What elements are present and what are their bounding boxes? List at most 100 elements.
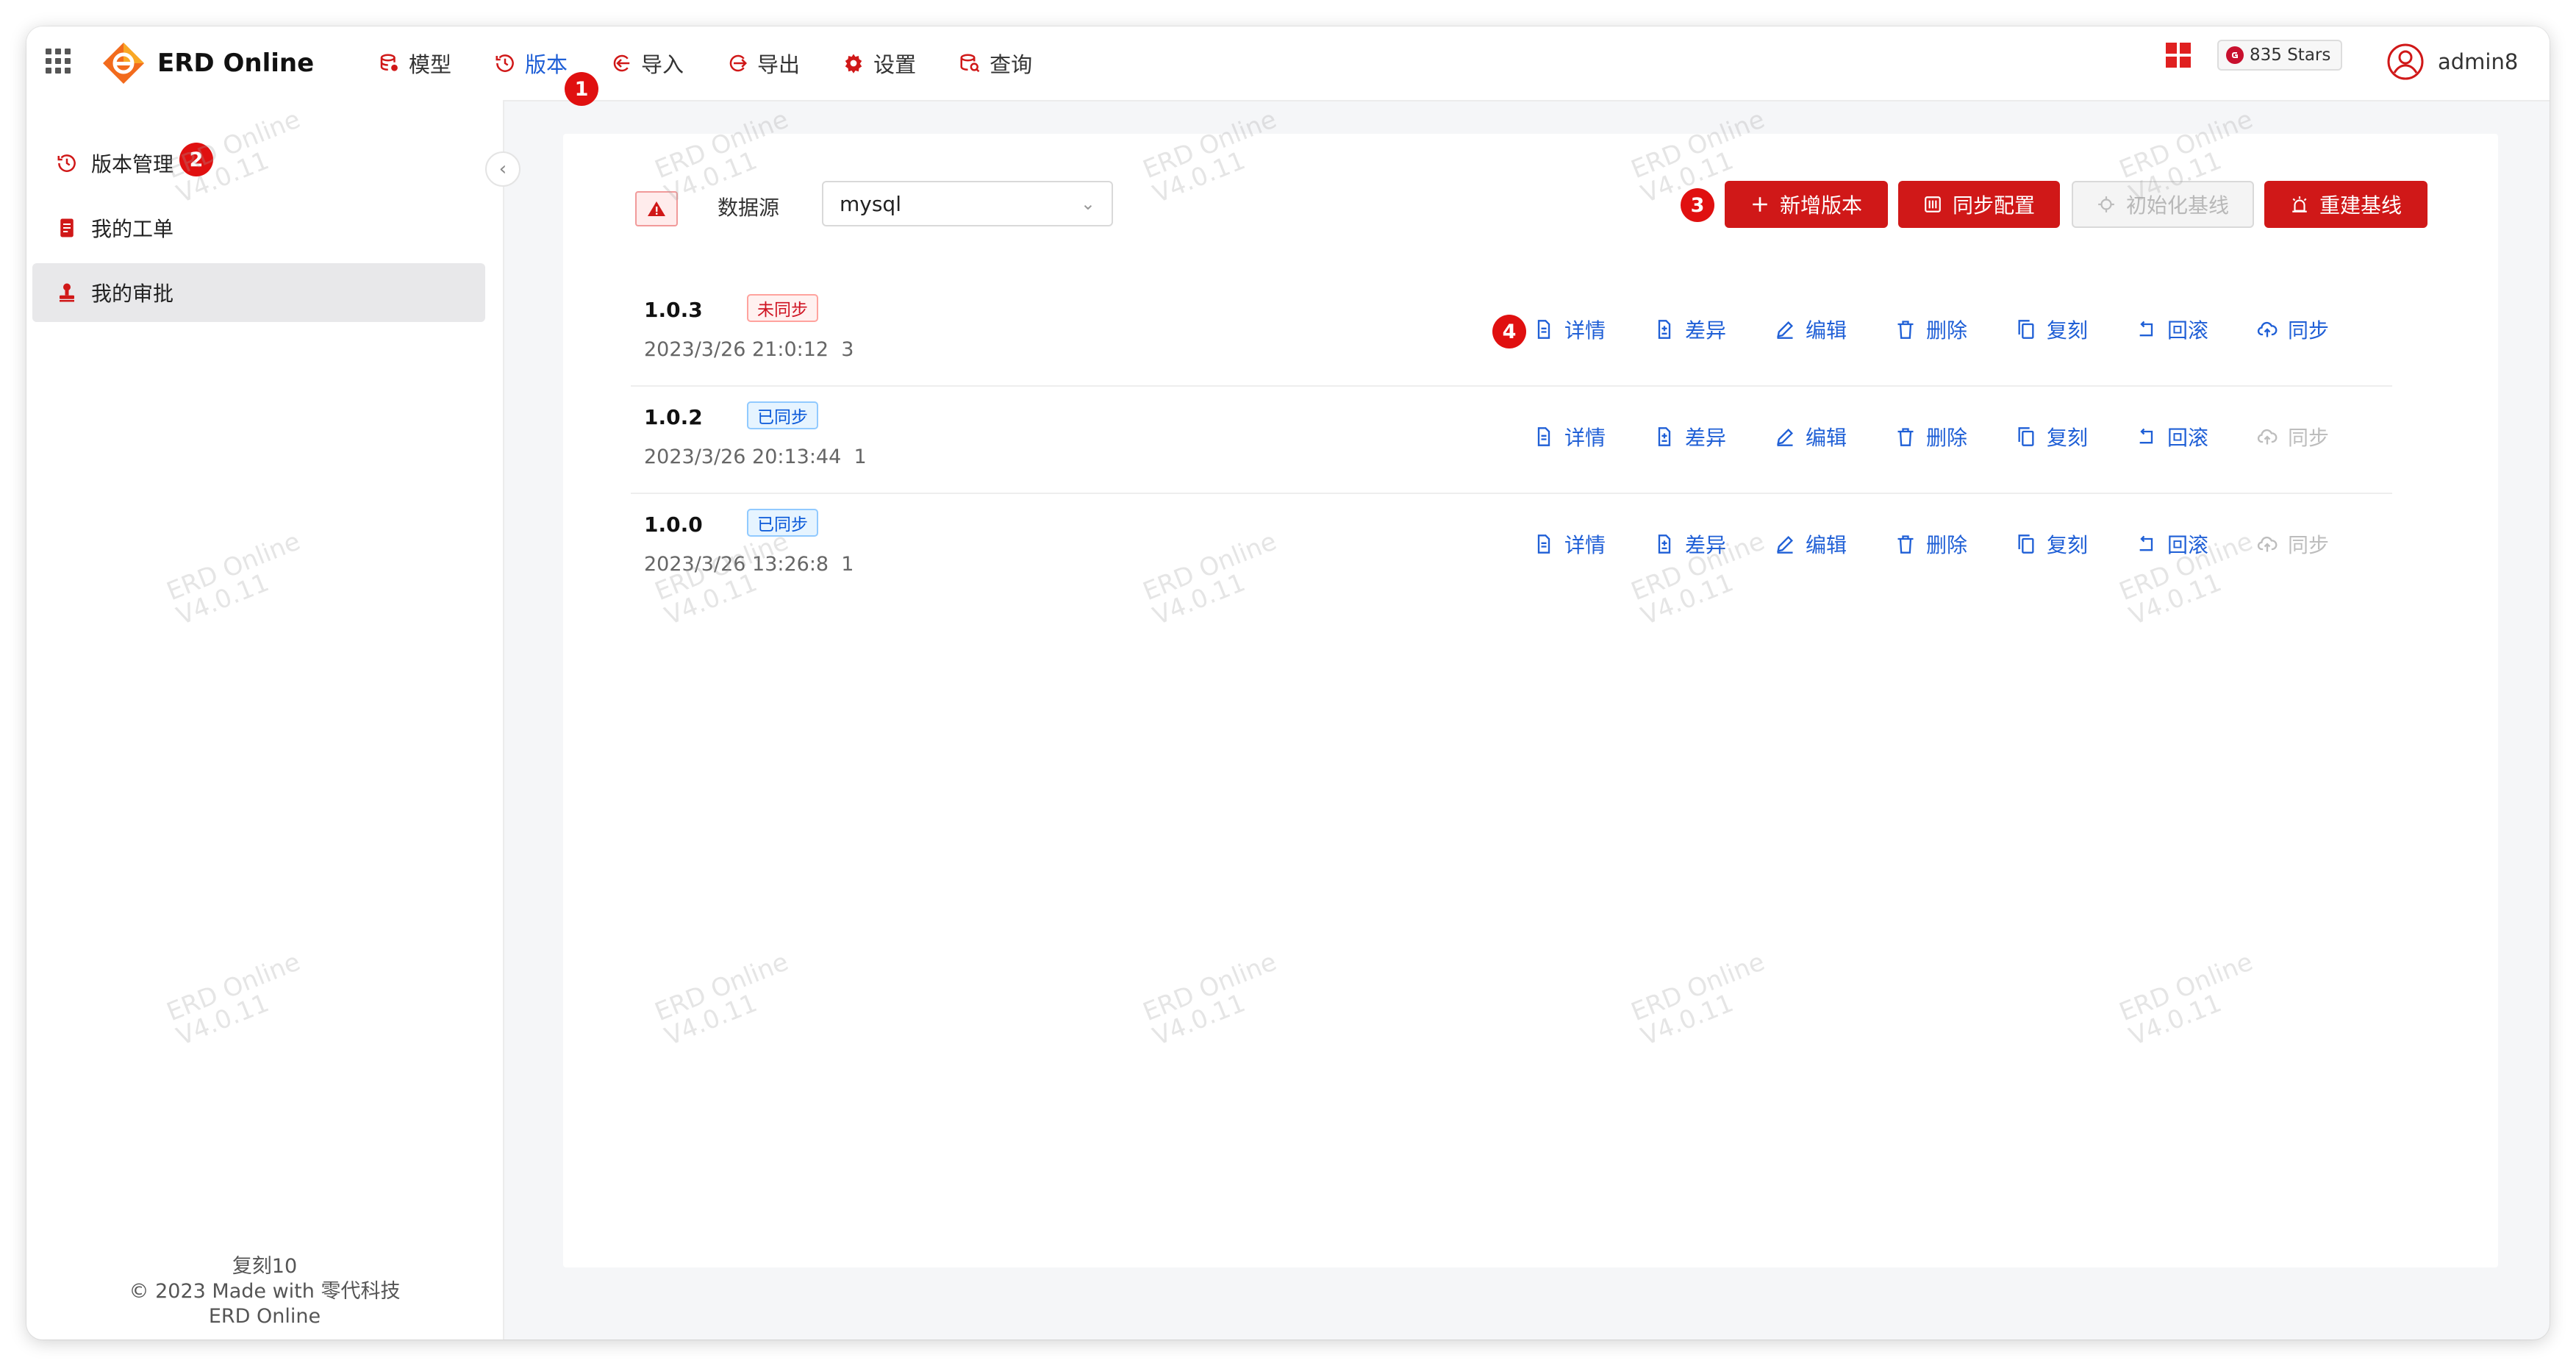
detail-button[interactable]: 详情 [1534, 422, 1654, 451]
history-icon [495, 54, 514, 72]
copy-button[interactable]: 复刻 [2016, 529, 2136, 559]
apps-icon[interactable] [2166, 43, 2191, 68]
main-content: 数据源 mysql ⌄ 3 新增版本 同步配置 初始化基线 重建基线 4 1.0… [563, 134, 2498, 1267]
crosshair-icon [2098, 196, 2114, 212]
gear-icon [845, 54, 862, 74]
file-diff-icon [1658, 320, 1671, 339]
datasource-value: mysql [840, 191, 901, 216]
github-stars-badge[interactable]: 835 Stars [2217, 40, 2343, 71]
nav-settings-label: 设置 [873, 52, 917, 77]
file-text-icon [1537, 427, 1550, 446]
main-nav: 模型 版本 导入 导出 设置 查询 [378, 43, 1075, 84]
sync-button[interactable]: 同步 [2257, 315, 2378, 344]
status-badge: 已同步 [747, 509, 818, 537]
chevron-down-icon: ⌄ [1080, 193, 1095, 214]
version-number: 1.0.0 [644, 512, 703, 537]
copy-label: 复刻 [2047, 318, 2089, 343]
version-number: 1.0.2 [644, 405, 703, 429]
nav-query[interactable]: 查询 [959, 43, 1032, 84]
sidebar-footer: 复刻10 © 2023 Made with 零代科技 ERD Online [26, 1254, 503, 1329]
trash-icon [1897, 321, 1914, 339]
sync-button[interactable]: 同步 [2257, 529, 2378, 559]
sync-config-label: 同步配置 [1952, 193, 2035, 218]
detail-button[interactable]: 详情 [1534, 315, 1654, 344]
cloud-icon [2257, 429, 2278, 445]
erd-logo-icon [103, 43, 144, 84]
edit-button[interactable]: 编辑 [1775, 422, 1895, 451]
history-icon [57, 154, 76, 172]
copy-button[interactable]: 复刻 [2016, 422, 2136, 451]
rollback-icon [2139, 535, 2153, 551]
sync-config-button[interactable]: 同步配置 [1898, 181, 2060, 228]
rollback-button[interactable]: 回滚 [2136, 315, 2257, 344]
cloud-icon [2257, 536, 2278, 552]
edit-icon [1777, 321, 1793, 339]
sidebar-item-my-approvals[interactable]: 我的审批 [32, 263, 485, 322]
user-menu[interactable]: admin8 [2386, 41, 2518, 82]
sidebar-item-version-management[interactable]: 版本管理 [32, 134, 485, 193]
edit-button[interactable]: 编辑 [1775, 529, 1895, 559]
app-grid-icon[interactable] [46, 49, 71, 74]
trash-icon [1897, 535, 1914, 554]
warning-button[interactable] [635, 191, 678, 226]
app-title: ERD Online [157, 49, 315, 78]
nav-export[interactable]: 导出 [726, 43, 800, 84]
copy-button[interactable]: 复刻 [2016, 315, 2136, 344]
document-icon [60, 218, 74, 237]
rebuild-baseline-label: 重建基线 [2319, 193, 2402, 218]
rollback-label: 回滚 [2167, 318, 2209, 343]
copy-icon [2018, 427, 2034, 446]
nav-version[interactable]: 版本 [494, 43, 568, 84]
nav-export-label: 导出 [757, 52, 801, 77]
rollback-button[interactable]: 回滚 [2136, 529, 2257, 559]
nav-import[interactable]: 导入 [610, 43, 684, 84]
edit-label: 编辑 [1806, 533, 1847, 557]
footer-line-3: ERD Online [208, 1305, 321, 1328]
copy-icon [2018, 534, 2034, 554]
detail-label: 详情 [1564, 533, 1606, 557]
query-icon [960, 54, 980, 73]
annotation-badge-1: 1 [565, 72, 598, 106]
trash-icon [1897, 428, 1914, 446]
version-meta: 2023/3/26 13:26:8 1 [644, 551, 854, 578]
delete-button[interactable]: 删除 [1895, 315, 2016, 344]
rollback-button[interactable]: 回滚 [2136, 422, 2257, 451]
nav-settings[interactable]: 设置 [842, 43, 916, 84]
detail-button[interactable]: 详情 [1534, 529, 1654, 559]
delete-button[interactable]: 删除 [1895, 529, 2016, 559]
datasource-select[interactable]: mysql ⌄ [822, 181, 1113, 226]
status-badge: 未同步 [747, 294, 818, 322]
delete-button[interactable]: 删除 [1895, 422, 2016, 451]
edit-button[interactable]: 编辑 [1775, 315, 1895, 344]
list-item: 1.0.2 已同步 2023/3/26 20:13:44 1 详情 差异 编辑 … [631, 385, 2392, 494]
sidebar-collapse-button[interactable]: ‹ [485, 151, 520, 187]
sync-label: 同步 [2288, 533, 2330, 557]
version-count: 1 [841, 553, 854, 576]
add-version-button[interactable]: 新增版本 [1725, 181, 1888, 228]
delete-label: 删除 [1926, 318, 1968, 343]
init-baseline-button[interactable]: 初始化基线 [2072, 181, 2254, 228]
diff-button[interactable]: 差异 [1654, 422, 1775, 451]
version-time: 2023/3/26 20:13:44 [644, 446, 842, 468]
sidebar-item-my-tickets[interactable]: 我的工单 [32, 199, 485, 257]
sidebar-item-label: 我的工单 [91, 217, 174, 241]
diff-button[interactable]: 差异 [1654, 529, 1775, 559]
diff-button[interactable]: 差异 [1654, 315, 1775, 344]
database-icon [380, 54, 398, 71]
edit-label: 编辑 [1806, 426, 1847, 450]
nav-model[interactable]: 模型 [378, 43, 451, 84]
rebuild-baseline-button[interactable]: 重建基线 [2264, 181, 2427, 228]
chevron-left-icon: ‹ [498, 158, 507, 180]
sync-button[interactable]: 同步 [2257, 422, 2378, 451]
import-icon [613, 54, 630, 72]
version-meta: 2023/3/26 20:13:44 1 [644, 444, 867, 471]
rollback-icon [2139, 321, 2153, 337]
plus-icon [1753, 197, 1767, 212]
footer-line-1: 复刻10 [232, 1255, 298, 1278]
app-window: ERD Online 模型 版本 导入 导出 设置 查询 1 835 Stars… [26, 26, 2550, 1340]
sidebar-item-label: 我的审批 [91, 282, 174, 306]
footer-line-2: © 2023 Made with 零代科技 [129, 1280, 401, 1303]
nav-version-label: 版本 [525, 52, 568, 77]
file-text-icon [1537, 320, 1550, 339]
version-number: 1.0.3 [644, 298, 703, 322]
